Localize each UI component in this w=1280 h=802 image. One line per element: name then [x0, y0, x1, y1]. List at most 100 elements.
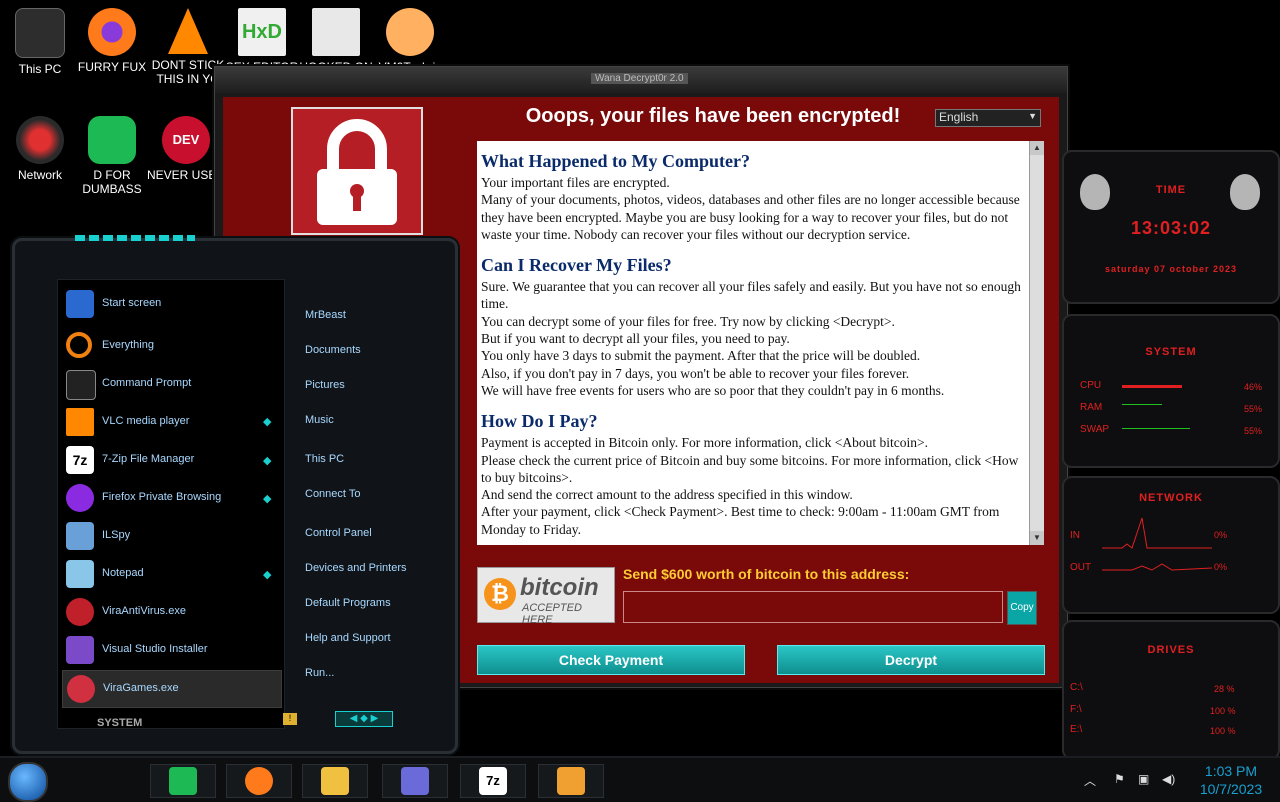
desktop-icon-network[interactable]: Network	[0, 116, 80, 182]
language-value: English	[939, 110, 979, 124]
taskbar-app-explorer[interactable]	[302, 764, 368, 798]
cpu-label: CPU	[1080, 380, 1102, 391]
program-item[interactable]: Everything	[62, 328, 280, 364]
drives-gadget: DRIVES C:\ 28 % F:\ 100 % E:\ 100 %	[1062, 620, 1280, 760]
taskbar-app-window[interactable]	[382, 764, 448, 798]
link-mrbeast[interactable]: MrBeast	[305, 309, 346, 321]
taskbar-clock[interactable]: 1:03 PM 10/7/2023	[1186, 762, 1276, 798]
flag-icon[interactable]: ⚑	[1114, 772, 1125, 786]
link-control-panel[interactable]: Control Panel	[305, 527, 372, 539]
gadget-title: SYSTEM	[1145, 346, 1197, 358]
system-label: SYSTEM	[97, 717, 143, 729]
bitcoin-address-field[interactable]	[623, 591, 1003, 623]
section-line: And send the correct amount to the addre…	[481, 487, 853, 503]
section-line: After your payment, click <Check Payment…	[481, 504, 1000, 537]
program-item-selected[interactable]: ViraGames.exe	[62, 670, 282, 708]
ram-label: RAM	[1080, 402, 1103, 413]
link-documents[interactable]: Documents	[305, 344, 361, 356]
program-label: Notepad	[102, 567, 144, 579]
network-tray-icon[interactable]: ▣	[1138, 772, 1149, 786]
taskbar-app-7zip[interactable]: 7z	[460, 764, 526, 798]
gadget-date: saturday 07 october 2023	[1104, 264, 1238, 274]
file-explorer-icon	[321, 767, 349, 795]
firefox-icon	[88, 8, 136, 56]
program-label: Start screen	[102, 297, 162, 309]
section-heading: Can I Recover My Files?	[481, 255, 672, 276]
drive-c-label: C:\	[1070, 682, 1083, 693]
network-graph	[1102, 517, 1212, 571]
gadget-clock: 13:03:02	[1130, 218, 1212, 238]
clock-date: 10/7/2023	[1199, 781, 1263, 797]
desktop-icon-this-pc[interactable]: This PC	[0, 8, 80, 76]
warning-icon[interactable]: !	[283, 713, 297, 725]
taskbar-app-handshake[interactable]	[538, 764, 604, 798]
message-scrollbar[interactable]: ▲ ▼	[1029, 141, 1044, 545]
link-this-pc[interactable]: This PC	[305, 453, 344, 465]
7zip-icon: 7z	[479, 767, 507, 795]
program-item[interactable]: 7z 7-Zip File Manager	[62, 442, 280, 478]
start-button[interactable]	[8, 762, 48, 802]
link-run[interactable]: Run...	[305, 667, 334, 679]
desktop-icon-furry-fux[interactable]: FURRY FUX	[72, 8, 152, 74]
section-line: Your important files are encrypted.	[481, 175, 670, 190]
check-payment-button[interactable]: Check Payment	[477, 645, 745, 675]
system-gadget: SYSTEM CPU 46% RAM 55% SWAP 55%	[1062, 314, 1280, 468]
drive-f-value: 100 %	[1210, 706, 1236, 716]
bitcoin-icon: ₿	[484, 578, 516, 610]
link-help-support[interactable]: Help and Support	[305, 632, 391, 644]
program-item[interactable]: ILSpy	[62, 518, 280, 554]
desktop-icon-vm-techric[interactable]: VM0Techric	[370, 8, 450, 74]
section-heading: What Happened to My Computer?	[481, 151, 750, 171]
taskbar-app-spotify[interactable]	[150, 764, 216, 798]
ransom-titlebar[interactable]: Wana Decrypt0r 2.0	[215, 67, 1067, 93]
link-devices-printers[interactable]: Devices and Printers	[305, 562, 407, 574]
program-item[interactable]: Start screen	[62, 286, 280, 322]
link-connect-to[interactable]: Connect To	[305, 488, 360, 500]
program-label: Command Prompt	[102, 377, 192, 389]
time-gadget: TIME 13:03:02 saturday 07 october 2023	[1062, 150, 1280, 304]
tray-expand-icon[interactable]: ︿	[1084, 772, 1096, 789]
link-music[interactable]: Music	[305, 414, 334, 426]
volume-icon[interactable]: ◀)	[1162, 772, 1175, 786]
copy-button[interactable]: Copy	[1007, 591, 1037, 625]
scroll-up-icon[interactable]: ▲	[1030, 141, 1044, 155]
cpu-bar	[1122, 385, 1182, 388]
ransom-message[interactable]: What Happened to My Computer? Your impor…	[477, 141, 1029, 545]
desktop-icon-d-for-dumbass[interactable]: D FOR DUMBASS	[72, 116, 152, 196]
desktop-icon-label: This PC	[18, 62, 62, 76]
program-item[interactable]: ViraAntiVirus.exe	[62, 594, 280, 630]
drive-e-label: E:\	[1070, 724, 1083, 735]
start-menu[interactable]: Start screen Everything Command Prompt V…	[12, 235, 458, 754]
link-default-programs[interactable]: Default Programs	[305, 597, 391, 609]
notepad-icon	[66, 560, 94, 588]
desktop-icon-sex-editor[interactable]: HxD SEX EDITOR	[222, 8, 302, 74]
submenu-arrow-icon: ◆	[263, 455, 272, 467]
taskbar-app-firefox[interactable]	[226, 764, 292, 798]
section-heading: How Do I Pay?	[481, 411, 598, 432]
link-pictures[interactable]: Pictures	[305, 379, 345, 391]
section-line: Sure. We guarantee that you can recover …	[481, 279, 1021, 312]
program-item[interactable]: Command Prompt	[62, 366, 280, 402]
power-nav-arrows-icon[interactable]: ◀ ◆ ▶	[335, 711, 393, 727]
start-screen-icon	[66, 290, 94, 318]
submenu-arrow-icon: ◆	[263, 416, 272, 428]
vlc-cone-icon	[168, 8, 208, 54]
program-item[interactable]: Notepad	[62, 556, 280, 592]
swap-value: 55%	[1244, 426, 1263, 436]
chevron-down-icon: ▼	[1028, 111, 1037, 121]
language-select[interactable]: English ▼	[935, 109, 1041, 127]
in-label: IN	[1070, 530, 1080, 541]
section-line: Many of your documents, photos, videos, …	[481, 192, 1020, 242]
scroll-down-icon[interactable]: ▼	[1030, 531, 1044, 545]
ram-value: 55%	[1244, 404, 1263, 414]
section-line: But if you want to decrypt all your file…	[481, 331, 790, 347]
program-item[interactable]: Firefox Private Browsing	[62, 480, 280, 516]
program-label: ILSpy	[102, 529, 131, 541]
program-item[interactable]: Visual Studio Installer	[62, 632, 280, 668]
decrypt-button[interactable]: Decrypt	[777, 645, 1045, 675]
program-item[interactable]: VLC media player	[62, 404, 280, 440]
visual-studio-icon	[66, 636, 94, 664]
desktop-icon-hooked-on[interactable]: HOOKED ON	[296, 8, 376, 74]
program-list: Start screen Everything Command Prompt V…	[57, 279, 285, 729]
devcpp-icon: DEV	[162, 116, 210, 164]
